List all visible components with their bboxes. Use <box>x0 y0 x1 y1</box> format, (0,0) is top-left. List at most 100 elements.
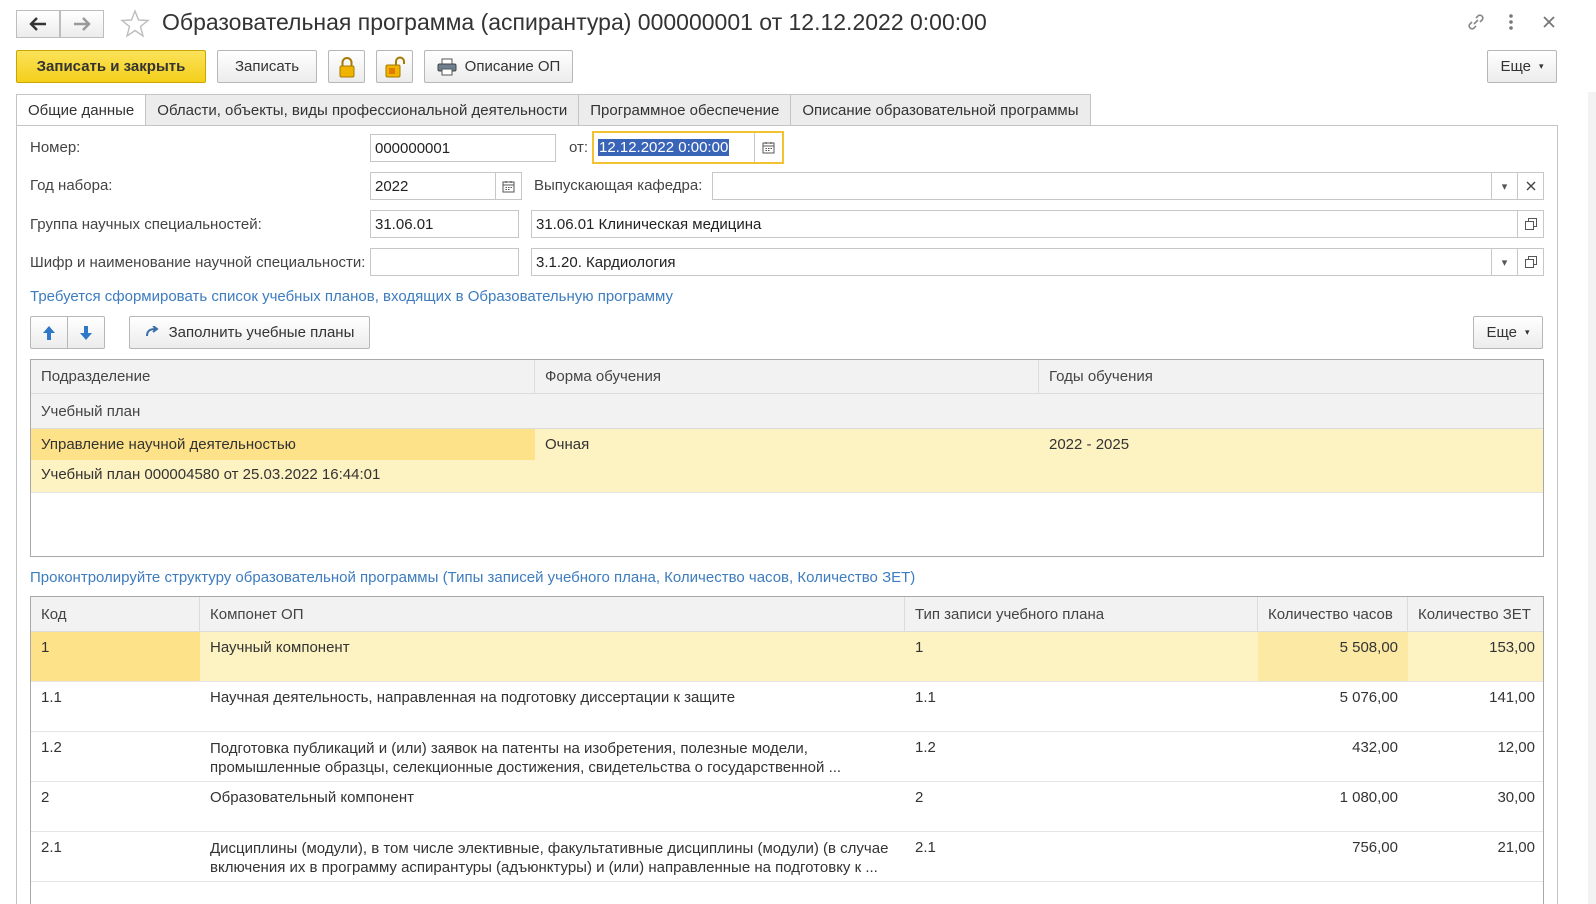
cell-study-plan: Учебный план 000004580 от 25.03.2022 16:… <box>41 466 381 483</box>
unlock-button[interactable] <box>376 50 413 83</box>
cell-zet: 12,00 <box>1497 739 1535 756</box>
cell-study-form: Очная <box>545 436 590 453</box>
cell-code: 1.1 <box>41 689 62 706</box>
number-field[interactable]: 000000001 <box>370 134 556 162</box>
fill-plans-label: Заполнить учебные планы <box>168 324 355 341</box>
cell-component: Образовательный компонент <box>210 789 414 806</box>
column-header-code[interactable]: Код <box>31 597 200 632</box>
cell-hours: 5 076,00 <box>1339 689 1398 706</box>
column-header-component[interactable]: Компонет ОП <box>200 597 905 632</box>
arrow-down-icon <box>80 325 92 340</box>
tab-program-description[interactable]: Описание образовательной программы <box>791 94 1091 126</box>
table-row[interactable]: 2 Образовательный компонент 2 1 080,00 3… <box>31 782 1543 832</box>
save-button[interactable]: Записать <box>217 50 317 83</box>
department-field[interactable]: ▾ <box>712 172 1544 200</box>
favorite-star-icon[interactable] <box>120 9 150 43</box>
year-field[interactable]: 2022 <box>370 172 522 200</box>
arrow-right-icon <box>74 17 91 31</box>
table-row[interactable]: 2.1 Дисциплины (модули), в том числе эле… <box>31 832 1543 882</box>
specialty-name-field[interactable]: 3.1.20. Кардиология ▾ <box>531 248 1544 276</box>
plans-more-button[interactable]: Еще ▾ <box>1473 316 1543 349</box>
column-header-study-years[interactable]: Годы обучения <box>1039 360 1543 394</box>
cell-study-years: 2022 - 2025 <box>1049 436 1130 453</box>
tab-bar: Общие данные Области, объекты, виды проф… <box>16 94 1091 126</box>
date-field[interactable]: 12.12.2022 0:00:00 <box>592 131 784 164</box>
open-icon <box>1524 218 1537 230</box>
more-vertical-icon[interactable] <box>1507 12 1515 37</box>
group-open-button[interactable] <box>1517 211 1543 237</box>
fill-arrow-icon <box>145 325 159 336</box>
program-description-label: Описание ОП <box>464 58 561 75</box>
lock-icon <box>339 56 354 77</box>
dropdown-arrow-icon: ▾ <box>1525 327 1530 337</box>
plans-more-label: Еще <box>1486 324 1517 341</box>
structure-hint: Проконтролируйте структуру образовательн… <box>30 569 916 586</box>
plans-hint: Требуется сформировать список учебных пл… <box>30 288 673 305</box>
save-and-close-button[interactable]: Записать и закрыть <box>16 50 206 83</box>
group-code-field[interactable]: 31.06.01 <box>370 210 519 238</box>
save-and-close-label: Записать и закрыть <box>36 58 186 75</box>
cell-record-type: 2 <box>915 789 924 806</box>
year-calendar-button[interactable] <box>495 173 521 199</box>
column-header-zet[interactable]: Количество ЗЕТ <box>1408 597 1543 632</box>
calendar-button[interactable] <box>754 133 782 162</box>
dropdown-arrow-icon: ▾ <box>1501 180 1508 193</box>
tab-general[interactable]: Общие данные <box>16 94 147 126</box>
department-dropdown-button[interactable]: ▾ <box>1491 173 1517 199</box>
column-header-study-form[interactable]: Форма обучения <box>535 360 1039 394</box>
specialty-code-field[interactable] <box>370 248 519 276</box>
dropdown-arrow-icon: ▾ <box>1539 61 1544 71</box>
cell-component: Дисциплины (модули), в том числе электив… <box>210 840 889 876</box>
close-icon[interactable] <box>1541 12 1557 37</box>
table-row[interactable]: Управление научной деятельностью Очная 2… <box>31 429 1543 493</box>
cell-zet: 30,00 <box>1497 789 1535 806</box>
dropdown-arrow-icon: ▾ <box>1501 256 1508 269</box>
specialty-open-button[interactable] <box>1517 249 1543 275</box>
column-header-hours[interactable]: Количество часов <box>1258 597 1408 632</box>
specialty-name-value: 3.1.20. Кардиология <box>536 253 676 271</box>
link-icon[interactable] <box>1466 12 1486 37</box>
cell-hours: 756,00 <box>1352 839 1398 856</box>
back-button[interactable] <box>16 10 60 38</box>
move-up-button[interactable] <box>30 316 68 349</box>
fill-plans-button[interactable]: Заполнить учебные планы <box>129 316 370 349</box>
table-row[interactable]: 1.2 Подготовка публикаций и (или) заявок… <box>31 732 1543 782</box>
cell-hours: 5 508,00 <box>1258 632 1408 681</box>
unlock-icon <box>385 56 405 77</box>
column-header-record-type[interactable]: Тип записи учебного плана <box>905 597 1258 632</box>
cell-record-type: 2.1 <box>915 839 936 856</box>
vertical-scrollbar[interactable] <box>1588 92 1596 904</box>
cell-zet: 141,00 <box>1489 689 1535 706</box>
open-icon <box>1524 256 1537 268</box>
group-name-value: 31.06.01 Клиническая медицина <box>536 215 762 233</box>
department-clear-button[interactable] <box>1517 173 1543 199</box>
column-header-department[interactable]: Подразделение <box>31 360 535 394</box>
group-label: Группа научных специальностей: <box>30 216 262 233</box>
arrow-up-icon <box>43 325 55 340</box>
lock-button[interactable] <box>328 50 365 83</box>
cell-hours: 432,00 <box>1352 739 1398 756</box>
tab-activity-areas[interactable]: Области, объекты, виды профессиональной … <box>146 94 580 126</box>
clear-icon <box>1526 181 1535 191</box>
year-value: 2022 <box>375 177 409 195</box>
tab-software[interactable]: Программное обеспечение <box>579 94 792 126</box>
arrow-left-icon <box>29 17 46 31</box>
specialty-dropdown-button[interactable]: ▾ <box>1491 249 1517 275</box>
date-label: от: <box>569 139 589 156</box>
column-header-study-plan[interactable]: Учебный план <box>31 394 1543 429</box>
cell-code: 1.2 <box>41 739 62 756</box>
plans-table: Подразделение Форма обучения Годы обучен… <box>30 359 1544 557</box>
cell-record-type: 1.2 <box>915 739 936 756</box>
table-row[interactable]: 1 Научный компонент 1 5 508,00 153,00 <box>31 632 1543 682</box>
cell-code: 2.1 <box>41 839 62 856</box>
more-menu-button[interactable]: Еще ▾ <box>1487 50 1557 83</box>
table-row[interactable]: 1.1 Научная деятельность, направленная н… <box>31 682 1543 732</box>
printer-icon <box>437 58 457 75</box>
move-down-button[interactable] <box>67 316 105 349</box>
cell-component: Научный компонент <box>210 639 350 656</box>
group-name-field[interactable]: 31.06.01 Клиническая медицина <box>531 210 1544 238</box>
forward-button[interactable] <box>60 10 104 38</box>
program-description-button[interactable]: Описание ОП <box>424 50 573 83</box>
page-title: Образовательная программа (аспирантура) … <box>162 9 987 35</box>
calendar-icon <box>762 142 775 154</box>
